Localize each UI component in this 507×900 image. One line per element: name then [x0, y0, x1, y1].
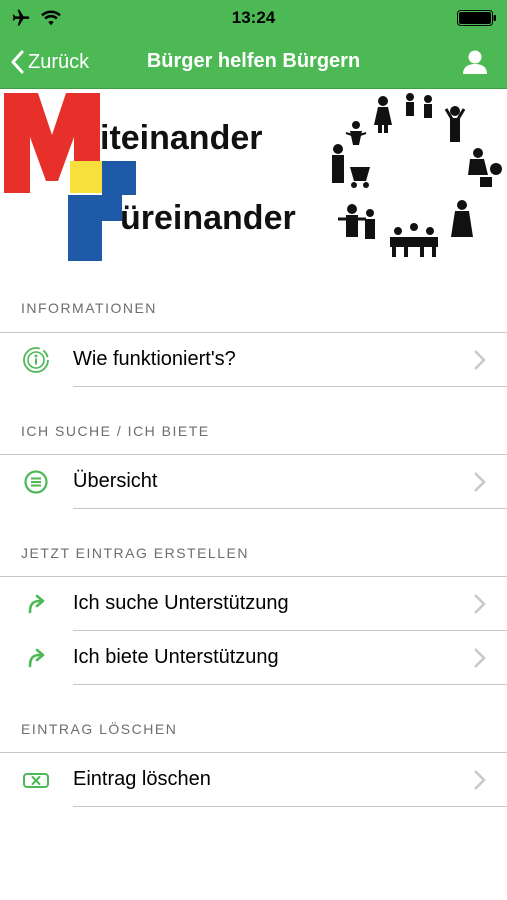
banner-logo: iteinander üreinander [0, 89, 507, 267]
divider [73, 806, 507, 807]
row-label: Ich suche Unterstützung [73, 592, 289, 614]
miteinander-fuereinander-logo: iteinander üreinander [4, 93, 502, 261]
status-time: 13:24 [231, 8, 276, 27]
battery-icon [457, 10, 496, 26]
row-label: Wie funktioniert's? [73, 348, 236, 370]
chevron-right-icon [474, 350, 486, 370]
chevron-left-icon [11, 50, 24, 74]
info-icon [23, 347, 49, 373]
navigation-bar: Zurück Bürger helfen Bürgern [0, 36, 507, 89]
divider [73, 508, 507, 509]
section-header-ich-suche-ich-biete: ICH SUCHE / ICH BIETE [21, 423, 210, 439]
row-uebersicht[interactable]: Übersicht [0, 455, 507, 508]
status-bar: 13:24 [0, 0, 507, 36]
chevron-right-icon [474, 594, 486, 614]
logo-line1: iteinander [100, 119, 262, 157]
back-button[interactable]: Zurück [10, 48, 89, 76]
chevron-right-icon [474, 770, 486, 790]
user-profile-icon[interactable] [462, 49, 488, 75]
row-ich-biete-unterstuetzung[interactable]: Ich biete Unterstützung [0, 631, 507, 684]
chevron-right-icon [474, 648, 486, 668]
row-label: Ich biete Unterstützung [73, 646, 279, 668]
share-arrow-icon [28, 594, 45, 614]
people-circle-graphic [332, 93, 502, 257]
section-header-eintrag-loeschen: EINTRAG LÖSCHEN [21, 721, 178, 737]
row-label: Übersicht [73, 470, 158, 492]
row-eintrag-loeschen[interactable]: Eintrag löschen [0, 753, 507, 806]
chevron-right-icon [474, 472, 486, 492]
divider [73, 684, 507, 685]
divider [73, 386, 507, 387]
logo-line2: üreinander [120, 199, 296, 237]
delete-icon [23, 773, 49, 788]
back-label: Zurück [28, 50, 90, 73]
row-ich-suche-unterstuetzung[interactable]: Ich suche Unterstützung [0, 577, 507, 630]
share-arrow-icon [28, 648, 45, 668]
row-label: Eintrag löschen [73, 768, 211, 790]
section-header-informationen: INFORMATIONEN [21, 300, 157, 316]
list-icon [24, 470, 48, 494]
row-wie-funktionierts[interactable]: Wie funktioniert's? [0, 333, 507, 386]
section-header-jetzt-eintrag-erstellen: JETZT EINTRAG ERSTELLEN [21, 545, 249, 561]
